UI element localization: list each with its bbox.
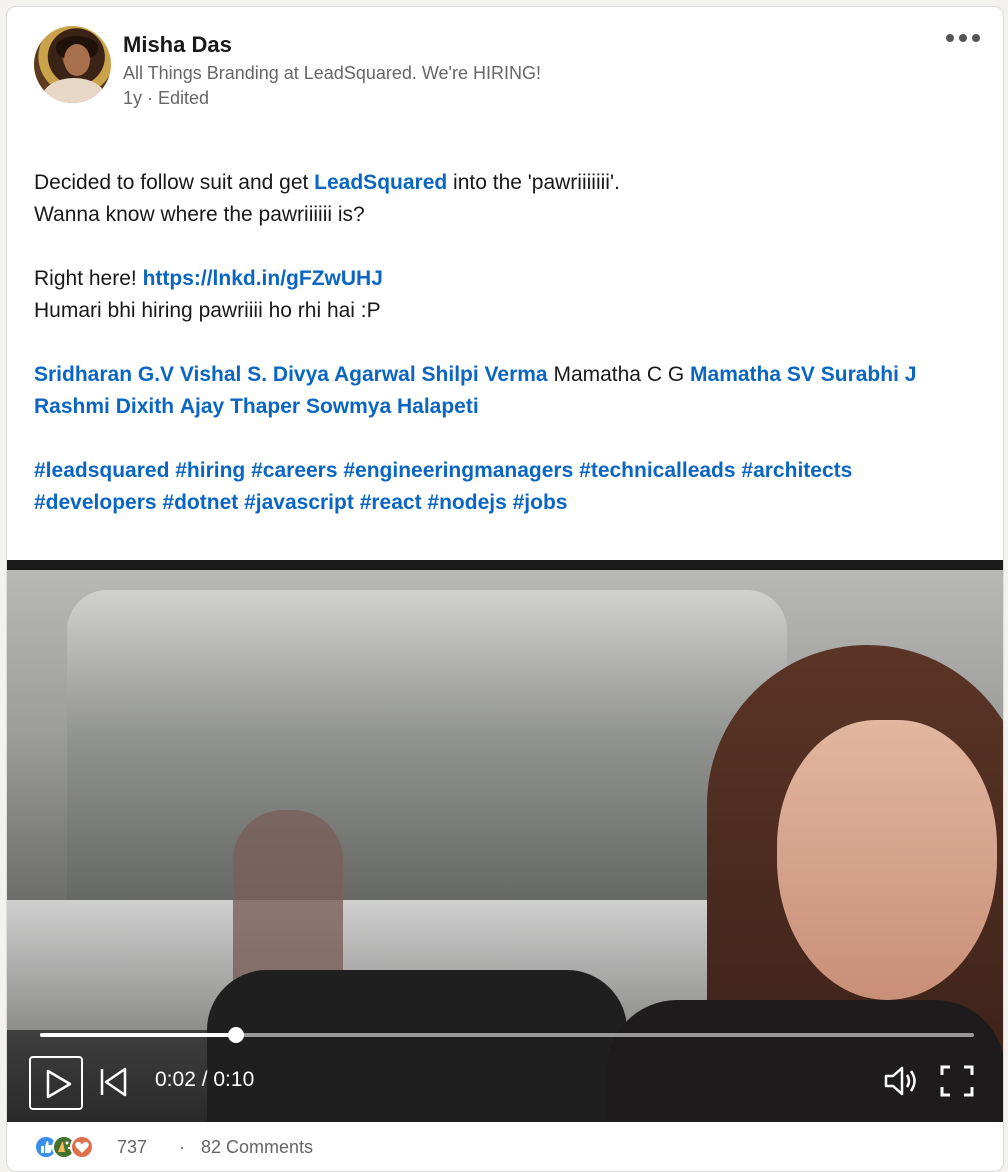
mention-link[interactable]: Mamatha SV <box>690 363 815 386</box>
hashtag-link[interactable]: #dotnet <box>162 491 238 514</box>
fullscreen-icon <box>940 1065 974 1097</box>
hashtags-line-2: #developers #dotnet #javascript #react #… <box>34 487 984 519</box>
more-options-icon[interactable] <box>943 27 983 51</box>
hashtag-link[interactable]: #react <box>360 491 422 514</box>
author-headline: All Things Branding at LeadSquared. We'r… <box>123 63 541 83</box>
post-line-4: Humari bhi hiring pawriiii ho rhi hai :P <box>34 299 381 322</box>
video-progress-bar[interactable] <box>40 1027 974 1043</box>
video-frame <box>7 570 1003 1122</box>
mention-link[interactable]: Surabhi J <box>821 363 917 386</box>
post-line-3: Right here! https://lnkd.in/gFZwUHJ <box>34 267 383 290</box>
mention-link[interactable]: Rashmi Dixith <box>34 395 174 418</box>
mention-link[interactable]: Divya Agarwal <box>273 363 416 386</box>
mention-link[interactable]: Ajay Thaper <box>180 395 300 418</box>
post-body: Decided to follow suit and get LeadSquar… <box>34 167 984 519</box>
hashtag-link[interactable]: #nodejs <box>427 491 506 514</box>
hashtag-link[interactable]: #technicalleads <box>579 459 735 482</box>
skip-back-button[interactable] <box>99 1066 129 1098</box>
comments-count[interactable]: 82 Comments <box>201 1137 313 1158</box>
post-header: Misha Das All Things Branding at LeadSqu… <box>7 7 1003 117</box>
post-line-2: Wanna know where the pawriiiiii is? <box>34 203 365 226</box>
play-button[interactable] <box>29 1056 83 1110</box>
video-progress-fill <box>40 1033 237 1037</box>
mention-text: Mamatha C G <box>553 363 685 386</box>
mention-link[interactable]: Sowmya Halapeti <box>306 395 479 418</box>
hashtag-link[interactable]: #hiring <box>175 459 245 482</box>
hashtag-link[interactable]: #javascript <box>244 491 354 514</box>
author-avatar[interactable] <box>34 26 111 103</box>
play-icon <box>46 1069 72 1099</box>
fullscreen-button[interactable] <box>939 1064 975 1098</box>
hashtag-link[interactable]: #architects <box>741 459 852 482</box>
volume-button[interactable] <box>883 1064 921 1098</box>
hashtag-link[interactable]: #developers <box>34 491 157 514</box>
reactions-summary[interactable] <box>34 1135 112 1159</box>
author-name[interactable]: Misha Das <box>123 32 232 58</box>
company-mention-link[interactable]: LeadSquared <box>314 171 447 194</box>
hashtag-link[interactable]: #careers <box>251 459 337 482</box>
video-scrubber-handle[interactable] <box>228 1027 245 1043</box>
love-reaction-icon <box>70 1135 94 1159</box>
separator-dot: · <box>179 1137 185 1157</box>
hashtag-link[interactable]: #leadsquared <box>34 459 169 482</box>
post-timestamp: 1y · Edited <box>123 88 210 108</box>
video-timecode: 0:02 / 0:10 <box>155 1068 255 1091</box>
mention-link[interactable]: Vishal S. <box>180 363 267 386</box>
hashtags-line-1: #leadsquared #hiring #careers #engineeri… <box>34 455 984 487</box>
mention-link[interactable]: Shilpi Verma <box>422 363 548 386</box>
post-line-1: Decided to follow suit and get LeadSquar… <box>34 171 620 194</box>
volume-icon <box>884 1066 916 1096</box>
hashtag-link[interactable]: #engineeringmanagers <box>343 459 573 482</box>
skip-back-icon <box>100 1067 127 1097</box>
hashtag-link[interactable]: #jobs <box>513 491 568 514</box>
mentions-line-2: Rashmi Dixith Ajay Thaper Sowmya Halapet… <box>34 391 984 423</box>
video-player[interactable]: 0:02 / 0:10 <box>7 560 1003 1122</box>
reaction-count[interactable]: 737 <box>117 1137 147 1158</box>
post-card: Misha Das All Things Branding at LeadSqu… <box>6 6 1004 1172</box>
mentions-line-1: Sridharan G.V Vishal S. Divya Agarwal Sh… <box>34 359 984 391</box>
external-link[interactable]: https://lnkd.in/gFZwUHJ <box>143 267 383 290</box>
mention-link[interactable]: Sridharan G.V <box>34 363 174 386</box>
